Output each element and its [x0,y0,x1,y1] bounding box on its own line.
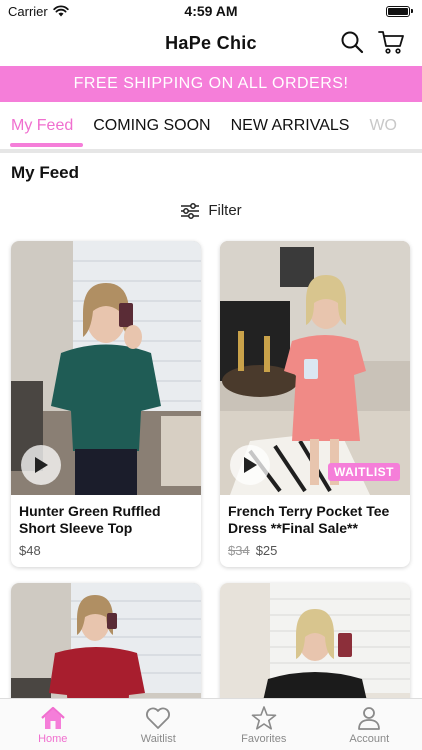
play-icon [244,457,257,473]
carrier-label: Carrier [8,3,48,19]
tabbar-label-account: Account [349,733,390,745]
tabbar-label-home: Home [38,733,68,745]
tab-my-feed[interactable]: My Feed [0,103,84,149]
product-name: French Terry Pocket Tee Dress **Final Sa… [228,503,390,536]
tab-new-arrivals[interactable]: NEW ARRIVALS [221,103,360,149]
product-name: Hunter Green Ruffled Short Sleeve Top [19,503,161,536]
status-left: Carrier [8,4,69,19]
tabbar-item-home[interactable]: Home [0,699,106,750]
bottom-tab-bar: Home Waitlist Favorites Account [0,698,422,750]
promo-banner[interactable]: FREE SHIPPING ON ALL ORDERS! [0,66,422,102]
product-price-row: $34 $25 [220,537,410,558]
star-icon [251,706,277,730]
header-icons [340,30,404,54]
tabbar-item-waitlist[interactable]: Waitlist [106,699,212,750]
app-title: HaPe Chic [165,32,257,53]
play-video-button[interactable] [230,445,270,485]
product-photo: WAITLIST [220,241,410,495]
product-old-price: $34 [228,543,250,558]
product-price: $25 [255,543,278,558]
battery-icon [386,5,413,17]
filter-button[interactable]: Filter [0,202,422,219]
search-icon[interactable] [340,30,364,54]
filter-label: Filter [208,202,242,219]
app-header: HaPe Chic [0,22,422,64]
wifi-icon [53,5,69,17]
product-card[interactable]: WAITLIST French Terry Pocket Tee Dress *… [220,241,410,567]
tabbar-label-waitlist: Waitlist [140,733,176,745]
home-icon [41,706,65,729]
product-grid: Hunter Green Ruffled Short Sleeve Top $4… [11,241,411,723]
tabbar-item-account[interactable]: Account [317,699,422,750]
play-video-button[interactable] [21,445,61,485]
status-bar: Carrier 4:59 AM [0,0,422,22]
tabbar-item-favorites[interactable]: Favorites [211,699,317,750]
play-icon [35,457,48,473]
tab-coming-soon[interactable]: COMING SOON [83,103,220,149]
person-icon [358,707,381,730]
product-price: $48 [19,543,41,558]
waitlist-badge: WAITLIST [328,463,400,481]
tabbar-label-favorites: Favorites [241,733,287,745]
heart-icon [146,707,171,729]
tabs-divider [0,149,422,153]
product-card[interactable]: Hunter Green Ruffled Short Sleeve Top $4… [11,241,201,567]
tab-women[interactable]: WO [359,103,407,149]
category-tabs: My Feed COMING SOON NEW ARRIVALS WO [0,103,422,149]
cart-icon[interactable] [378,30,404,54]
promo-text: FREE SHIPPING ON ALL ORDERS! [73,75,349,92]
feed-title: My Feed [11,163,80,182]
product-price-row: $48 [11,537,201,558]
filter-sliders-icon [181,202,200,219]
product-photo [11,241,201,495]
